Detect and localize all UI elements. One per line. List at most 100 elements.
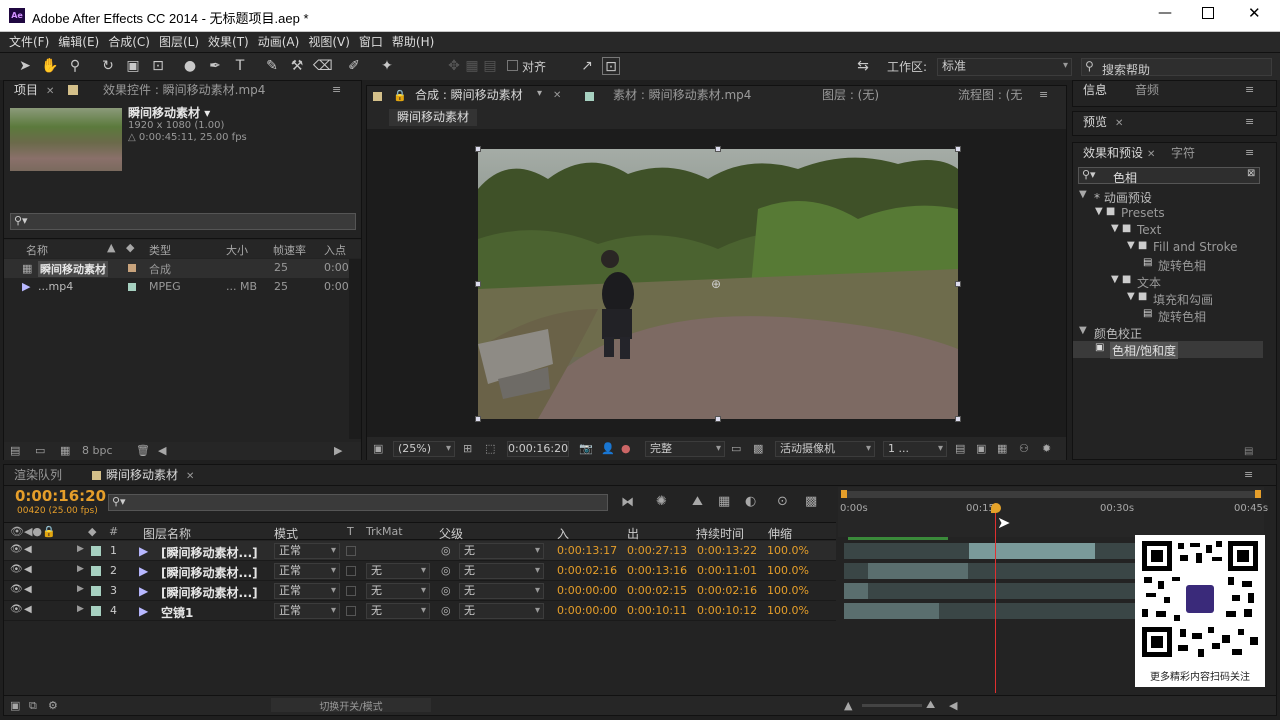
trkmat-dropdown[interactable]: 无 [366, 583, 430, 599]
pickwhip-icon[interactable]: ◎ [441, 564, 451, 577]
preserve-transparency-checkbox[interactable] [346, 566, 356, 576]
toggle-pixel-icon[interactable]: ▤ [955, 442, 965, 455]
project-search-input[interactable]: ⚲▾ [10, 213, 356, 230]
zoom-out-icon[interactable]: ▲ [844, 699, 852, 712]
bit-depth-label[interactable]: 8 bpc [82, 444, 113, 457]
layer-duration-bar[interactable] [844, 603, 940, 619]
mode-dropdown[interactable]: 正常 [274, 543, 340, 559]
menu-file[interactable]: 文件(F) [0, 32, 49, 52]
effects-tree-item[interactable]: ▼ ■ 填充和勾画 [1073, 290, 1263, 307]
effects-tree-item[interactable]: ▼ ■ 文本 [1073, 273, 1263, 290]
region-of-interest-icon[interactable]: ▭ [731, 442, 741, 455]
footage-play-icon[interactable]: ▶ [139, 544, 148, 558]
workspace-swap-icon[interactable]: ⇆ [854, 57, 872, 75]
transform-handle[interactable] [955, 416, 961, 422]
effects-tree-item[interactable]: ▤ 旋转色相 [1073, 307, 1263, 324]
transform-handle[interactable] [475, 281, 481, 287]
minimize-button[interactable]: — [1158, 5, 1172, 21]
tab-flowchart[interactable]: 流程图 : (无 [958, 86, 1022, 105]
col-fps[interactable]: 帧速率 [273, 242, 306, 258]
col-type[interactable]: 类型 [149, 242, 171, 258]
transform-handle[interactable] [715, 146, 721, 152]
close-button[interactable]: ✕ [1248, 4, 1261, 22]
navigator-start-handle[interactable] [841, 490, 847, 498]
layer-duration-bar[interactable] [868, 563, 969, 579]
visibility-icon[interactable]: 👁 [10, 564, 23, 575]
interpret-footage-icon[interactable]: ▤ [10, 444, 20, 457]
col-in[interactable]: 入 [557, 525, 569, 542]
views-dropdown[interactable]: 1 ... [883, 441, 947, 457]
preserve-transparency-checkbox[interactable] [346, 606, 356, 616]
audio-icon[interactable]: ◀ [24, 584, 32, 595]
pen-tool-icon[interactable]: ✒ [206, 57, 224, 75]
project-scrollbar[interactable] [349, 259, 361, 439]
frame-blending-icon[interactable]: ▦ [718, 494, 730, 509]
camera-dropdown[interactable]: 活动摄像机 [775, 441, 875, 457]
parent-dropdown[interactable]: 无 [459, 563, 544, 579]
label-tag-icon[interactable]: ◆ [126, 241, 134, 254]
pan-behind-tool-icon[interactable]: ⊡ [149, 57, 167, 75]
sort-icon[interactable]: ▲ [107, 241, 115, 254]
new-folder-icon[interactable]: ▭ [35, 444, 45, 457]
label-color-swatch[interactable] [91, 606, 101, 616]
zoom-in-icon[interactable]: ⛰ [926, 698, 935, 712]
tab-effects-presets[interactable]: 效果和预设 [1083, 144, 1143, 163]
menu-edit[interactable]: 编辑(E) [49, 32, 99, 52]
project-item-row[interactable]: ▦ 瞬间移动素材 合成 25 0:00 [4, 259, 349, 278]
layer-duration-bar[interactable] [844, 583, 868, 599]
audio-icon[interactable]: ◀ [24, 544, 32, 555]
col-out[interactable]: 出 [627, 525, 639, 542]
transform-handle[interactable] [955, 281, 961, 287]
tab-preview[interactable]: 预览 [1083, 113, 1107, 132]
tab-info[interactable]: 信息 [1083, 81, 1107, 100]
rotate-tool-icon[interactable]: ↻ [99, 57, 117, 75]
label-color-swatch[interactable] [91, 586, 101, 596]
tab-close-icon[interactable]: ✕ [1147, 149, 1155, 160]
flowchart-icon[interactable]: ⚇ [1019, 442, 1029, 455]
snapshot-icon[interactable]: 📷 [579, 442, 593, 455]
fast-previews-icon[interactable]: ▣ [976, 442, 986, 455]
footage-play-icon[interactable]: ▶ [139, 584, 148, 598]
effects-tree-item[interactable]: ▼ ■ Text [1073, 222, 1263, 239]
menu-layer[interactable]: 图层(L) [150, 32, 199, 52]
tab-timeline-comp[interactable]: 瞬间移动素材 [106, 466, 178, 485]
channel-icon[interactable]: ● [621, 442, 631, 455]
audio-icon[interactable]: ◀ [24, 564, 32, 575]
text-tool-icon[interactable]: T [231, 57, 249, 75]
mode-dropdown[interactable]: 正常 [274, 583, 340, 599]
selection-tool-icon[interactable]: ➤ [16, 57, 34, 75]
col-mode[interactable]: 模式 [274, 525, 298, 542]
menu-view[interactable]: 视图(V) [299, 32, 350, 52]
layer-row[interactable]: 👁◀ ▶ ▶ ◎ 3 [瞬间移动素材...] 正常 无 无 0:00:00:00 0:00:02:1… [4, 581, 836, 601]
menu-animation[interactable]: 动画(A) [249, 32, 300, 52]
col-t[interactable]: T [347, 525, 354, 538]
visibility-icon[interactable]: 👁 [10, 584, 23, 595]
twirl-right-icon[interactable]: ▶ [77, 564, 84, 574]
effects-tree-item[interactable]: ▣ 色相/饱和度 [1073, 341, 1263, 359]
lock-icon[interactable]: 🔒 [393, 89, 407, 102]
motion-blur-icon[interactable]: ◐ [745, 494, 756, 509]
transform-handle[interactable] [475, 146, 481, 152]
col-size[interactable]: 大小 [226, 242, 248, 258]
panel-menu-icon[interactable]: ≡ [1245, 83, 1254, 96]
col-parent[interactable]: 父级 [439, 525, 463, 542]
panel-menu-icon[interactable]: ≡ [332, 83, 341, 96]
parent-dropdown[interactable]: 无 [459, 603, 544, 619]
resolution-dropdown[interactable]: 完整 [645, 441, 725, 457]
exposure-icon[interactable]: ✹ [1042, 442, 1051, 455]
effects-tree-item[interactable]: ▼ ■ Fill and Stroke [1073, 239, 1263, 256]
layer-row[interactable]: 👁◀ ▶ ▶ ◎ 2 [瞬间移动素材...] 正常 无 无 0:00:02:16 0:00:13:1… [4, 561, 836, 581]
twirl-right-icon[interactable]: ▶ [77, 544, 84, 554]
safe-zones-icon[interactable]: ⊞ [463, 442, 472, 455]
time-ruler[interactable]: 0:00s 00:15s 00:30s 00:45s [838, 487, 1268, 540]
tab-close-icon[interactable]: ✕ [1115, 118, 1123, 129]
menu-help[interactable]: 帮助(H) [383, 32, 434, 52]
tab-character[interactable]: 字符 [1171, 144, 1195, 163]
label-color-swatch[interactable] [91, 566, 101, 576]
zoom-tool-icon[interactable]: ⚲ [66, 57, 84, 75]
effects-tree-item[interactable]: ▤ 旋转色相 [1073, 256, 1263, 273]
brush-tool-icon[interactable]: ✎ [263, 57, 281, 75]
timeline-icon[interactable]: ▦ [997, 442, 1007, 455]
mode-dropdown[interactable]: 正常 [274, 563, 340, 579]
layer-row[interactable]: 👁◀ ▶ ▶ ◎ 1 [瞬间移动素材...] 正常 无 0:00:13:17 0:00:27:13… [4, 541, 836, 561]
